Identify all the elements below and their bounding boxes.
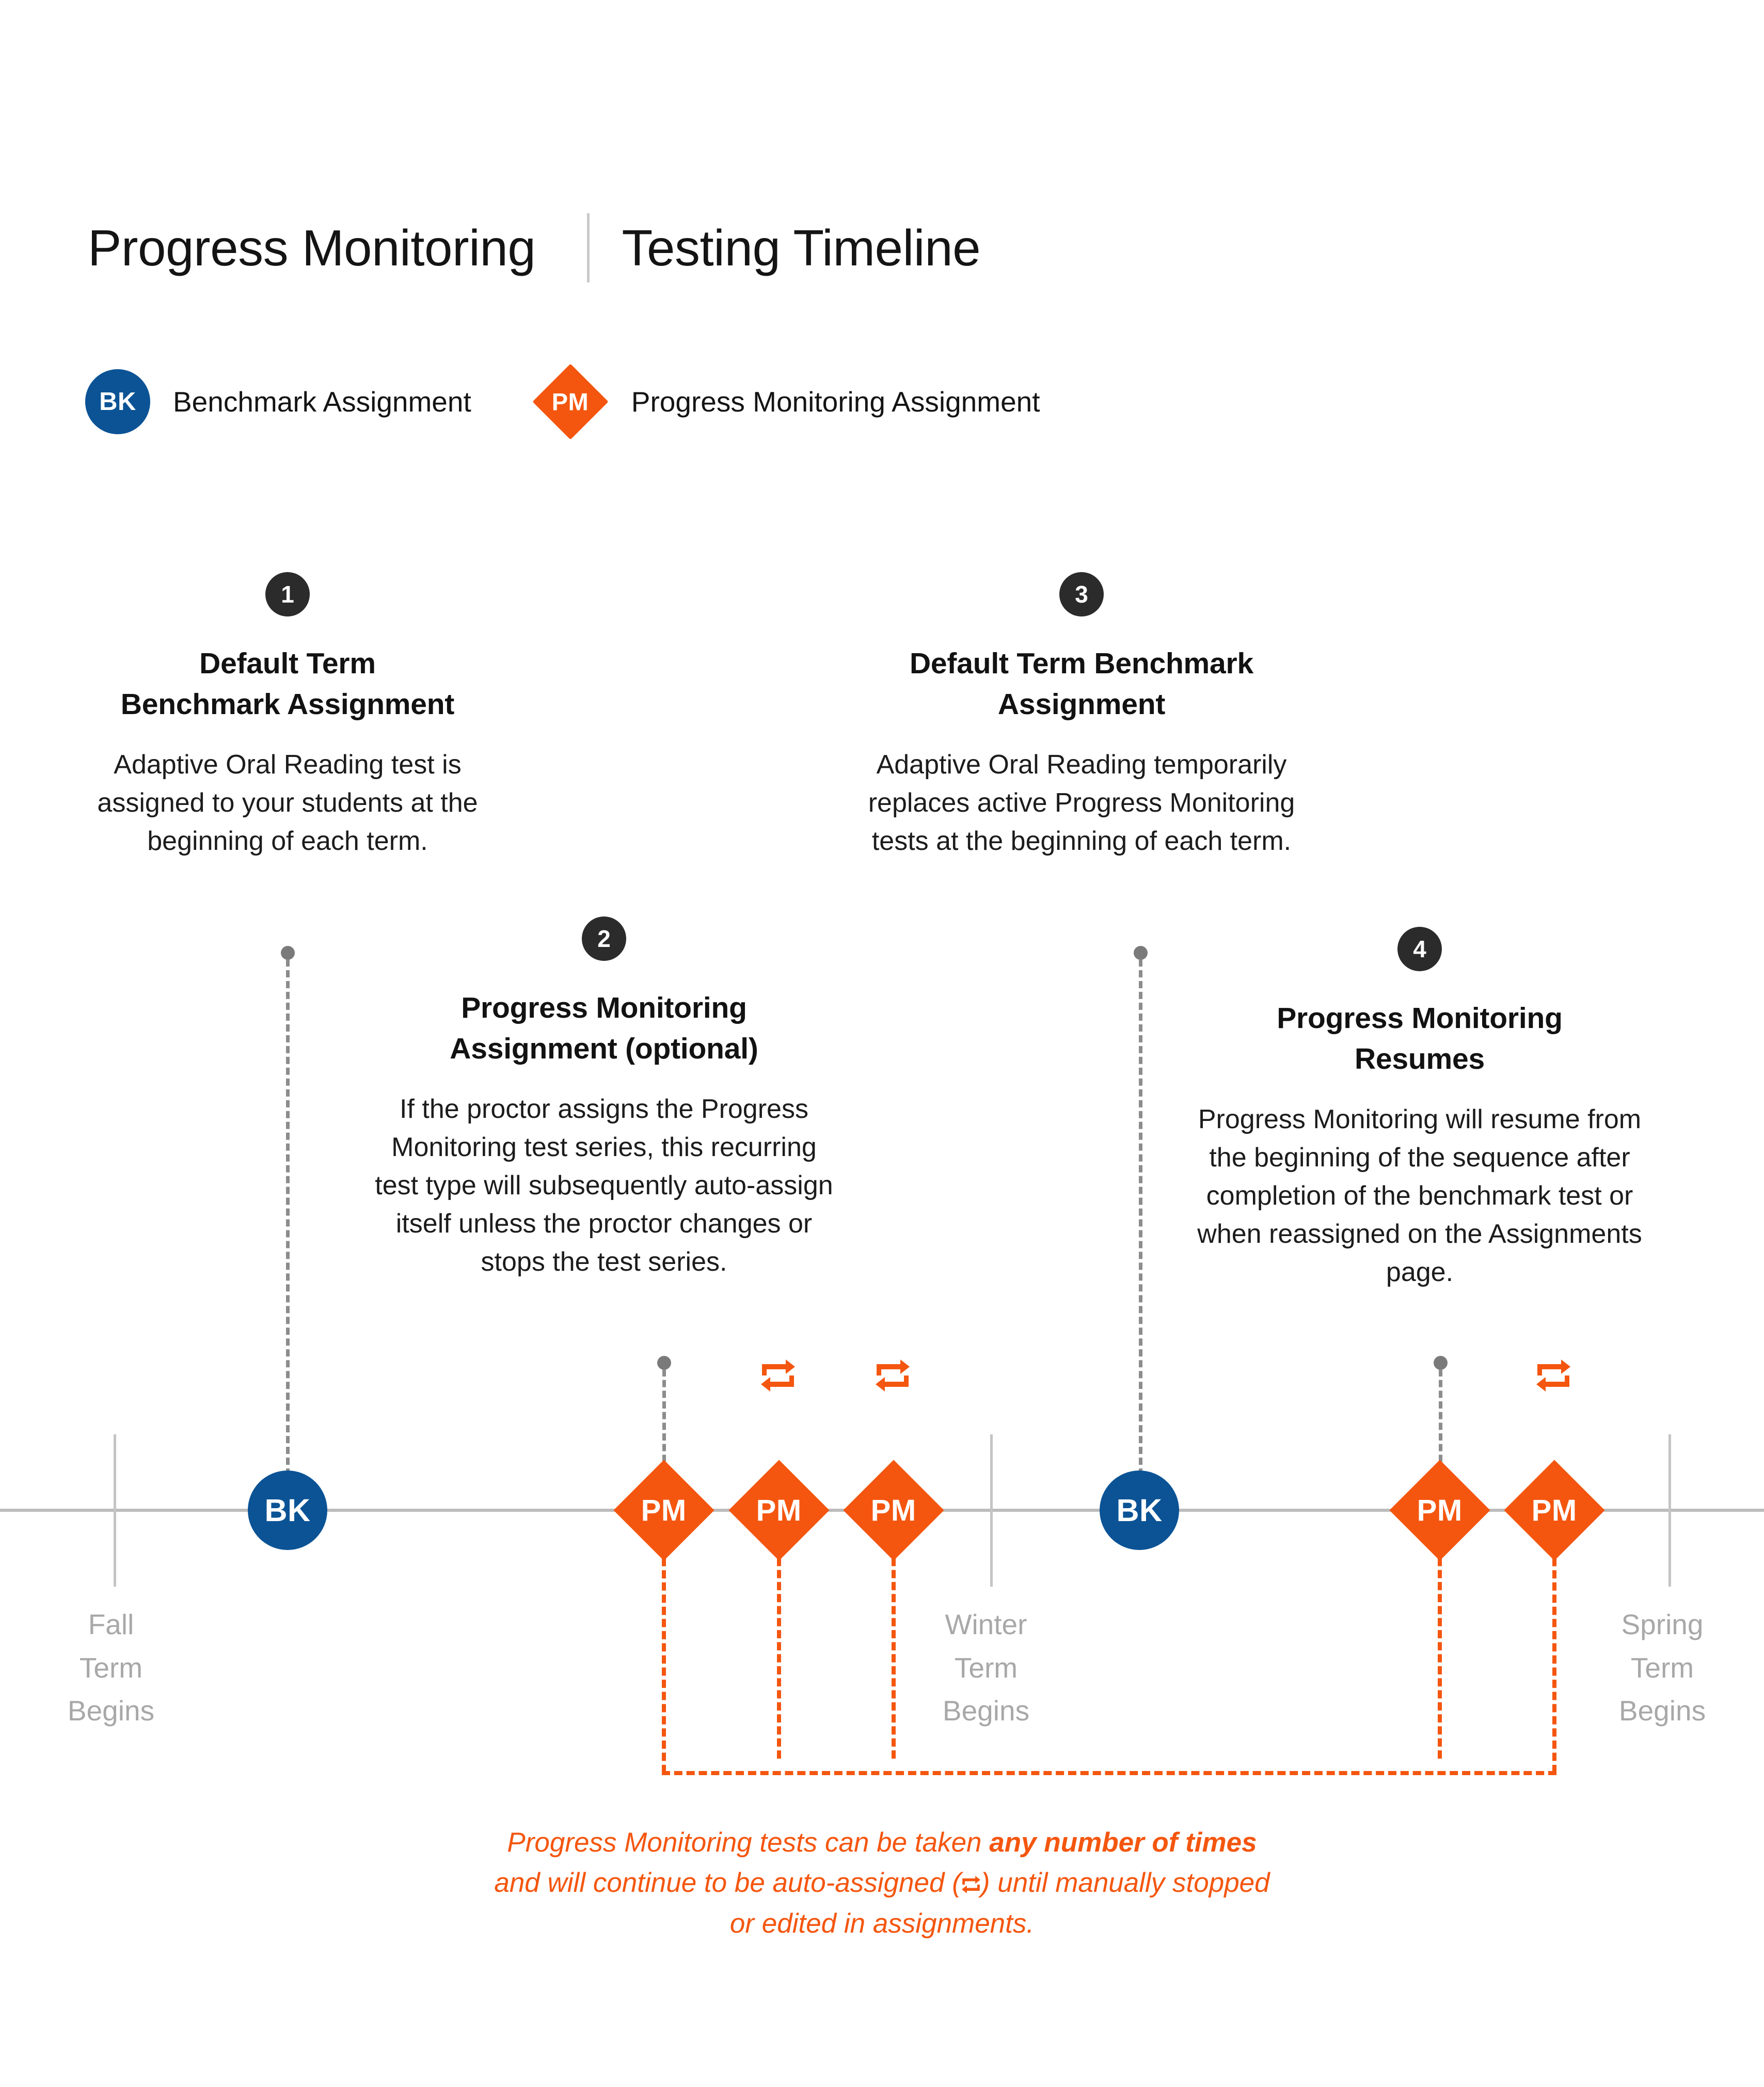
- footnote-emphasis: any number of times: [989, 1827, 1257, 1858]
- term-label-winter-line-3: Begins: [942, 1695, 1030, 1727]
- legend-item-progress: PM Progress Monitoring Assignment: [532, 363, 1040, 440]
- timeline-marker-bk-1[interactable]: BK: [248, 1471, 327, 1550]
- callout-body-2: If the proctor assigns the Progress Moni…: [375, 1094, 833, 1277]
- bracket-leg-4: [1438, 1546, 1446, 1759]
- progress-badge-icon: PM: [532, 363, 609, 440]
- benchmark-badge-icon: BK: [85, 369, 150, 434]
- callout-step-1: 1 Default Term Benchmark Assignment Adap…: [73, 572, 502, 861]
- timeline-marker-bk-2[interactable]: BK: [1100, 1471, 1179, 1550]
- page-subtitle: Testing Timeline: [622, 219, 981, 276]
- callout-title-2: Progress Monitoring Assignment (optional…: [361, 988, 847, 1069]
- bracket-leg-2: [777, 1546, 785, 1759]
- callout-step-4: 4 Progress Monitoring Resumes Progress M…: [1182, 927, 1657, 1291]
- title-divider: [587, 213, 590, 282]
- term-label-spring: Spring Term Begins: [1577, 1603, 1747, 1733]
- bracket-leg-5: [1552, 1546, 1561, 1773]
- term-label-winter-line-1: Winter: [945, 1608, 1027, 1640]
- legend-item-benchmark: BK Benchmark Assignment: [85, 369, 471, 434]
- connector-dot-2: [657, 1356, 671, 1370]
- timeline-marker-pm-2-text: PM: [756, 1493, 802, 1527]
- timeline-marker-pm-5[interactable]: PM: [1504, 1460, 1605, 1561]
- term-label-winter-line-2: Term: [954, 1651, 1018, 1684]
- term-label-fall-line-3: Begins: [67, 1695, 155, 1727]
- callout-step-2: 2 Progress Monitoring Assignment (option…: [361, 916, 847, 1281]
- callout-title-4-line-1: Progress Monitoring: [1277, 1002, 1563, 1035]
- footnote-text-3: ) until manually stopped: [980, 1868, 1270, 1899]
- callout-body-3: Adaptive Oral Reading temporarily replac…: [868, 750, 1295, 856]
- timeline-marker-pm-4[interactable]: PM: [1389, 1460, 1490, 1561]
- callout-title-1-line-2: Benchmark Assignment: [120, 687, 455, 721]
- callout-title-3-line-2: Assignment: [997, 687, 1166, 721]
- page-title: Progress Monitoring: [88, 219, 536, 276]
- connector-line-2: [662, 1369, 670, 1473]
- legend: BK Benchmark Assignment PM Progress Moni…: [85, 363, 1040, 440]
- timeline-marker-pm-2[interactable]: PM: [728, 1460, 830, 1561]
- page-header: Progress Monitoring Testing Timeline: [88, 207, 981, 289]
- bracket-base: [662, 1771, 1556, 1779]
- connector-line-1: [286, 959, 293, 1476]
- connector-dot-4: [1434, 1356, 1448, 1370]
- connector-line-4: [1439, 1369, 1446, 1473]
- footnote-text-1: Progress Monitoring tests can be taken: [507, 1827, 990, 1858]
- bracket-leg-3: [892, 1546, 900, 1759]
- callout-title-2-line-1: Progress Monitoring: [461, 991, 747, 1024]
- callout-body-1: Adaptive Oral Reading test is assigned t…: [97, 750, 478, 856]
- auto-assign-repeat-icon-1: [760, 1359, 796, 1392]
- bracket-leg-1: [662, 1546, 670, 1773]
- footnote-line-2: and will continue to be auto-assigned ()…: [0, 1863, 1764, 1903]
- step-number-1: 1: [265, 572, 310, 616]
- term-divider-fall: [114, 1434, 116, 1587]
- timeline-marker-pm-3[interactable]: PM: [843, 1460, 944, 1561]
- timeline-marker-pm-1[interactable]: PM: [613, 1460, 714, 1561]
- step-number-3: 3: [1059, 572, 1104, 616]
- callout-title-4: Progress Monitoring Resumes: [1182, 998, 1657, 1079]
- legend-label-benchmark: Benchmark Assignment: [173, 385, 471, 418]
- term-label-winter: Winter Term Begins: [901, 1603, 1071, 1733]
- connector-dot-3: [1134, 946, 1148, 960]
- footnote: Progress Monitoring tests can be taken a…: [0, 1823, 1764, 1944]
- auto-assign-repeat-icon-3: [1535, 1359, 1571, 1392]
- term-label-spring-line-2: Term: [1630, 1651, 1694, 1684]
- callout-title-2-line-2: Assignment (optional): [450, 1032, 758, 1065]
- term-label-spring-line-3: Begins: [1618, 1695, 1706, 1727]
- auto-assign-repeat-icon-inline: [961, 1865, 981, 1894]
- footnote-line-3: or edited in assignments.: [729, 1908, 1035, 1939]
- connector-dot-1: [281, 946, 295, 960]
- progress-badge-wrap: PM: [532, 363, 609, 440]
- callout-title-4-line-2: Resumes: [1354, 1042, 1485, 1076]
- timeline-marker-pm-3-text: PM: [871, 1493, 916, 1527]
- callout-title-3-line-1: Default Term Benchmark: [909, 647, 1254, 680]
- term-divider-spring: [1668, 1434, 1671, 1587]
- callout-title-3: Default Term Benchmark Assignment: [841, 643, 1322, 724]
- term-label-fall-line-1: Fall: [88, 1608, 134, 1640]
- legend-label-progress: Progress Monitoring Assignment: [631, 385, 1040, 418]
- timeline-marker-pm-1-text: PM: [641, 1493, 687, 1527]
- footnote-line-1: Progress Monitoring tests can be taken a…: [0, 1823, 1764, 1863]
- timeline-marker-pm-5-text: PM: [1532, 1493, 1577, 1527]
- step-number-4: 4: [1397, 927, 1442, 971]
- callout-title-1: Default Term Benchmark Assignment: [73, 643, 502, 724]
- connector-line-3: [1139, 959, 1146, 1476]
- callout-step-3: 3 Default Term Benchmark Assignment Adap…: [841, 572, 1322, 861]
- callout-title-1-line-1: Default Term: [199, 647, 376, 680]
- footnote-text-2: and will continue to be auto-assigned (: [494, 1868, 961, 1899]
- term-label-fall-line-2: Term: [79, 1651, 143, 1684]
- callout-body-4: Progress Monitoring will resume from the…: [1197, 1104, 1642, 1287]
- timeline-marker-pm-4-text: PM: [1417, 1493, 1463, 1527]
- term-divider-winter: [990, 1434, 993, 1587]
- infographic-canvas: Progress Monitoring Testing Timeline BK …: [0, 0, 1764, 2087]
- step-number-2: 2: [582, 916, 626, 961]
- auto-assign-repeat-icon-2: [875, 1359, 911, 1392]
- term-label-fall: Fall Term Begins: [26, 1603, 196, 1733]
- term-label-spring-line-1: Spring: [1621, 1608, 1704, 1640]
- progress-badge-text: PM: [552, 388, 589, 415]
